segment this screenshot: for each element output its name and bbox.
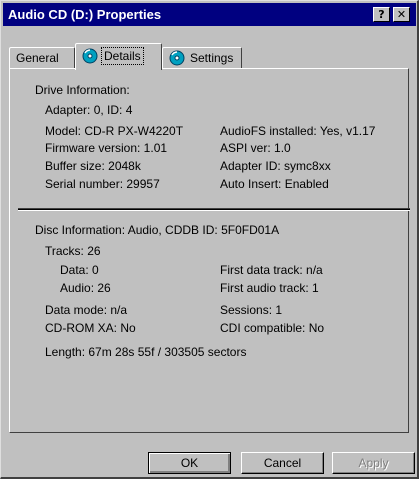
tab-general-label: General xyxy=(16,51,59,65)
disc-length: Length: 67m 28s 55f / 303505 sectors xyxy=(45,345,247,359)
drive-model: Model: CD-R PX-W4220T xyxy=(45,124,184,138)
cancel-button[interactable]: Cancel xyxy=(241,452,324,474)
disc-sessions: Sessions: 1 xyxy=(220,303,283,317)
disc-info-heading: Disc Information: Audio, CDDB ID: 5F0FD0… xyxy=(35,223,280,237)
close-button[interactable]: ✕ xyxy=(393,7,410,22)
tab-details[interactable]: Details xyxy=(75,43,162,70)
tab-general[interactable]: General xyxy=(9,47,75,69)
disc-tracks: Tracks: 26 xyxy=(45,244,101,258)
drive-serial: Serial number: 29957 xyxy=(45,177,160,191)
title-bar[interactable]: Audio CD (D:) Properties ? ✕ xyxy=(3,3,416,26)
help-button[interactable]: ? xyxy=(373,7,390,22)
disc-audio-tracks: Audio: 26 xyxy=(60,281,111,295)
tab-details-label: Details xyxy=(101,47,144,65)
help-icon: ? xyxy=(378,8,385,21)
drive-adapter-id: Adapter ID: symc8xx xyxy=(220,159,331,173)
ok-button[interactable]: OK xyxy=(148,452,231,474)
disc-cdi: CDI compatible: No xyxy=(220,321,325,335)
tab-settings-label: Settings xyxy=(190,51,234,65)
tab-settings[interactable]: Settings xyxy=(162,47,242,69)
drive-aspi: ASPI ver: 1.0 xyxy=(220,141,291,155)
disc-first-audio-track: First audio track: 1 xyxy=(220,281,319,295)
disc-data-tracks: Data: 0 xyxy=(60,263,99,277)
drive-info-heading: Drive Information: xyxy=(35,83,130,97)
close-icon: ✕ xyxy=(396,8,407,21)
drive-buffer: Buffer size: 2048k xyxy=(45,159,141,173)
properties-dialog: Audio CD (D:) Properties ? ✕ General Det… xyxy=(0,0,419,479)
disc-first-data-track: First data track: n/a xyxy=(220,263,323,277)
cd-audio-icon xyxy=(82,48,98,64)
drive-firmware: Firmware version: 1.01 xyxy=(45,141,168,155)
drive-audiofs: AudioFS installed: Yes, v1.17 xyxy=(220,124,376,138)
cd-audio-icon xyxy=(169,50,185,66)
window-title: Audio CD (D:) Properties xyxy=(8,7,162,22)
disc-cdrom-xa: CD-ROM XA: No xyxy=(45,321,136,335)
section-divider xyxy=(18,208,410,211)
disc-data-mode: Data mode: n/a xyxy=(45,303,128,317)
apply-button[interactable]: Apply xyxy=(332,452,415,474)
drive-adapter: Adapter: 0, ID: 4 xyxy=(45,103,133,117)
drive-auto-insert: Auto Insert: Enabled xyxy=(220,177,329,191)
